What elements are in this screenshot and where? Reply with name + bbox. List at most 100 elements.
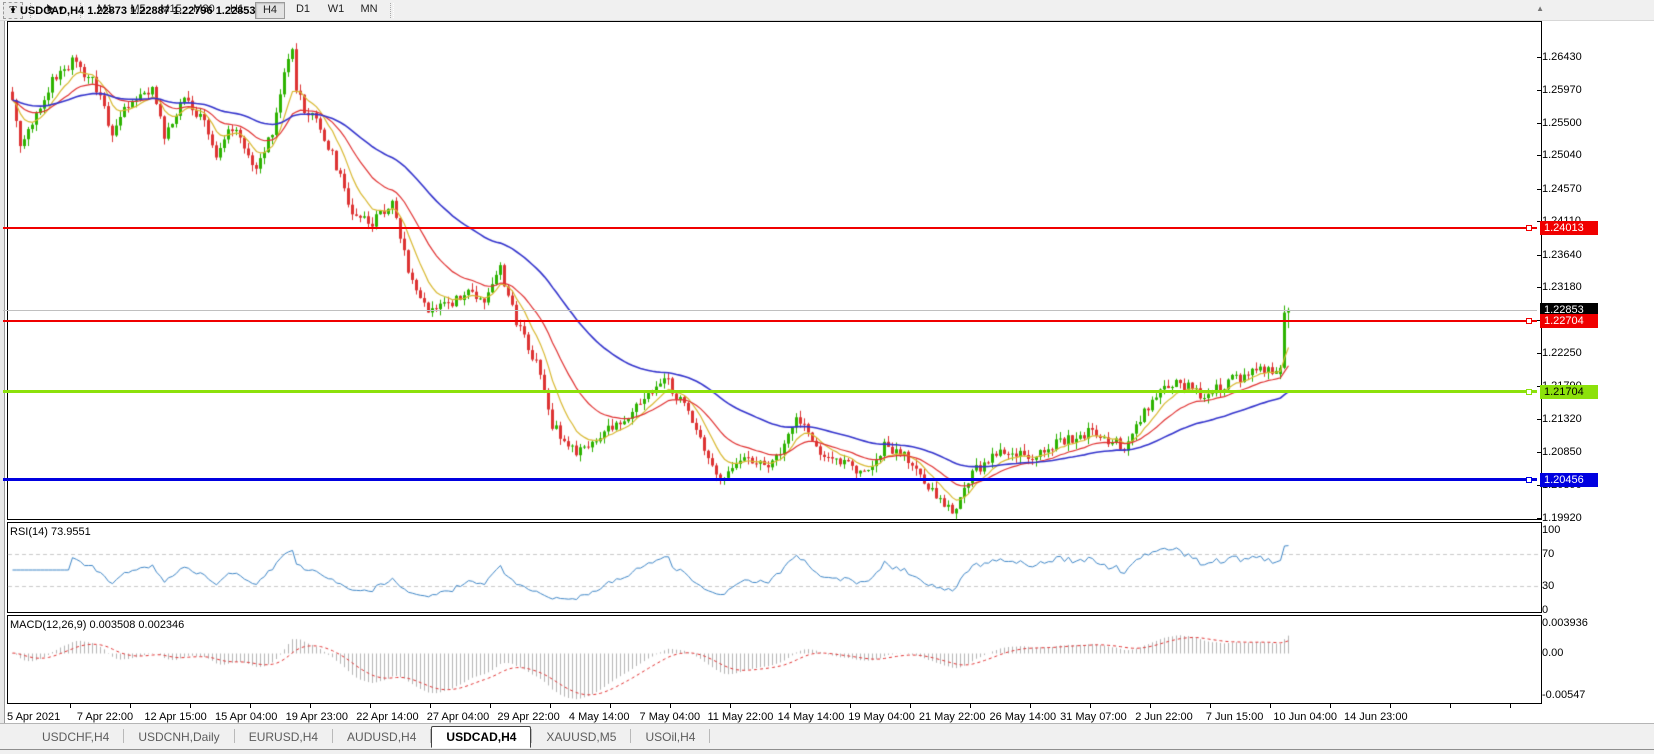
rsi-axis-label: 100 (1542, 523, 1602, 537)
line-anchor-handle[interactable] (1526, 389, 1532, 395)
time-axis-tick (1030, 704, 1031, 708)
time-axis-tick (910, 704, 911, 708)
time-axis-tick (430, 704, 431, 708)
time-axis-tick (550, 704, 551, 708)
price-tag-support: 1.20456 (1540, 473, 1598, 487)
time-axis-label: 14 May 14:00 (778, 711, 845, 723)
chart-tab-audusd[interactable]: AUDUSD,H4 (333, 727, 430, 749)
time-axis-tick (790, 704, 791, 708)
price-axis-tick (1537, 287, 1541, 288)
timeframe-button-mn[interactable]: MN (354, 2, 384, 19)
macd-panel[interactable] (7, 615, 1542, 704)
timeframe-button-w1[interactable]: W1 (321, 2, 351, 19)
time-axis-tick (1450, 704, 1451, 708)
time-axis-label: 4 May 14:00 (569, 711, 630, 723)
time-axis-tick (370, 704, 371, 708)
macd-axis-label: 0.003936 (1542, 616, 1602, 630)
time-axis-label: 7 May 04:00 (640, 711, 701, 723)
time-axis-tick (610, 704, 611, 708)
time-axis-tick (250, 704, 251, 708)
price-tag-resistance: 1.22704 (1540, 314, 1598, 328)
time-axis-tick (190, 704, 191, 708)
price-line-current-price[interactable] (3, 310, 1537, 311)
rsi-panel[interactable] (7, 522, 1542, 613)
time-axis: 5 Apr 20217 Apr 22:0012 Apr 15:0015 Apr … (5, 704, 1654, 723)
price-axis-label: 1.25970 (1542, 83, 1602, 97)
price-line-support[interactable] (3, 390, 1537, 393)
line-anchor-handle[interactable] (1526, 225, 1532, 231)
rsi-axis-label: 30 (1542, 579, 1602, 593)
status-bar (0, 749, 1654, 754)
chart-tab-eurusd[interactable]: EURUSD,H4 (235, 727, 332, 749)
time-axis-tick (1270, 704, 1271, 708)
price-axis-tick (1537, 189, 1541, 190)
macd-axis-label: -0.00547 (1542, 688, 1602, 702)
price-tag-resistance: 1.24013 (1540, 221, 1598, 235)
price-chart-panel[interactable] (7, 21, 1542, 520)
time-axis-tick (310, 704, 311, 708)
time-axis-label: 26 May 14:00 (989, 711, 1056, 723)
price-axis-label: 1.23640 (1542, 248, 1602, 262)
chart-tab-xauusd[interactable]: XAUUSD,M5 (532, 727, 630, 749)
price-line-resistance[interactable] (3, 227, 1537, 229)
line-anchor-handle[interactable] (1526, 318, 1532, 324)
chart-tab-usdcad[interactable]: USDCAD,H4 (431, 726, 531, 748)
price-axis-label: 1.24570 (1542, 182, 1602, 196)
rsi-axis-label: 0 (1542, 603, 1602, 617)
line-anchor-handle[interactable] (1526, 477, 1532, 483)
time-axis-tick (1330, 704, 1331, 708)
time-axis-label: 2 Jun 22:00 (1135, 711, 1193, 723)
time-axis-label: 27 Apr 04:00 (427, 711, 489, 723)
price-line-resistance[interactable] (3, 320, 1537, 322)
time-axis-label: 29 Apr 22:00 (497, 711, 559, 723)
scroll-up-icon[interactable]: ▲ (1536, 4, 1544, 13)
time-axis-tick (490, 704, 491, 708)
time-axis-tick (670, 704, 671, 708)
time-axis-tick (70, 704, 71, 708)
time-axis-label: 31 May 07:00 (1060, 711, 1127, 723)
time-axis-tick (730, 704, 731, 708)
price-axis-tick (1537, 518, 1541, 519)
rsi-axis-label: 70 (1542, 547, 1602, 561)
price-axis-tick (1537, 90, 1541, 91)
time-axis-label: 7 Jun 15:00 (1206, 711, 1264, 723)
time-axis-label: 22 Apr 14:00 (356, 711, 418, 723)
price-axis-tick (1537, 255, 1541, 256)
timeframe-button-h4[interactable]: H4 (255, 2, 285, 19)
chart-tab-usoil[interactable]: USOil,H4 (631, 727, 709, 749)
price-axis-tick (1537, 155, 1541, 156)
price-axis-tick (1537, 452, 1541, 453)
time-axis-label: 11 May 22:00 (707, 711, 773, 723)
collapse-triangle-icon[interactable]: ▼ (9, 6, 17, 15)
timeframe-button-d1[interactable]: D1 (288, 2, 318, 19)
price-axis-label: 1.20850 (1542, 445, 1602, 459)
time-axis-label: 5 Apr 2021 (7, 711, 60, 723)
price-axis-label: 1.22250 (1542, 346, 1602, 360)
time-axis-tick (1210, 704, 1211, 708)
price-axis-tick (1537, 57, 1541, 58)
price-line-support[interactable] (3, 478, 1537, 481)
chart-tab-usdchf[interactable]: USDCHF,H4 (28, 727, 123, 749)
price-axis-tick (1537, 123, 1541, 124)
time-axis-label: 15 Apr 04:00 (215, 711, 277, 723)
price-axis-label: 1.23180 (1542, 280, 1602, 294)
chart-title: ▼ USDCAD,H4 1.22873 1.22887 1.22796 1.22… (9, 5, 255, 17)
time-axis-label: 19 May 04:00 (848, 711, 915, 723)
time-axis-tick (1510, 704, 1511, 708)
toolbar-grip[interactable] (390, 3, 394, 18)
mt4-window: T ▼ M1M5M15M30H1H4D1W1MN 5 Apr 20217 Apr… (0, 0, 1654, 754)
price-axis-label: 1.21320 (1542, 412, 1602, 426)
price-axis-tick (1537, 419, 1541, 420)
time-axis-label: 14 Jun 23:00 (1344, 711, 1408, 723)
time-axis-tick (130, 704, 131, 708)
price-axis-tick (1537, 353, 1541, 354)
rsi-indicator-label: RSI(14) 73.9551 (10, 526, 91, 538)
time-axis-tick (1150, 704, 1151, 708)
chart-symbol-period: USDCAD,H4 (20, 5, 84, 17)
time-axis-tick (850, 704, 851, 708)
chart-window: 5 Apr 20217 Apr 22:0012 Apr 15:0015 Apr … (5, 21, 1654, 723)
tab-separator (709, 729, 710, 743)
chart-tab-usdcnh[interactable]: USDCNH,Daily (124, 727, 233, 749)
time-axis-label: 7 Apr 22:00 (77, 711, 133, 723)
price-axis-label: 1.25040 (1542, 148, 1602, 162)
